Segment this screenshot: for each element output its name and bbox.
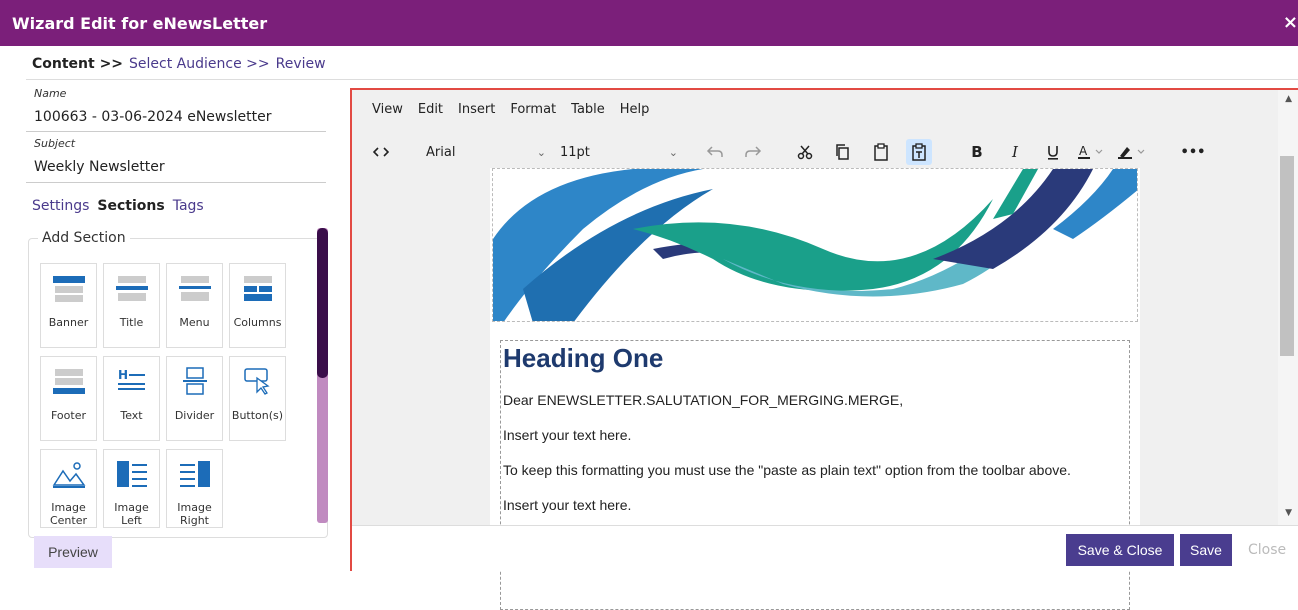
paste-icon[interactable] — [868, 139, 894, 165]
tile-label: Title — [119, 316, 144, 329]
highlight-icon[interactable] — [1118, 139, 1148, 165]
section-tile-title[interactable]: Title — [103, 263, 160, 348]
step-select-audience[interactable]: Select Audience >> — [129, 56, 270, 72]
divider-icon — [175, 365, 215, 397]
paste-text-icon[interactable] — [906, 139, 932, 165]
section-tabs: Settings Sections Tags — [32, 198, 204, 214]
italic-icon[interactable]: I — [1002, 139, 1028, 165]
tile-label: Image Center — [49, 501, 88, 527]
section-tile-buttons[interactable]: Button(s) — [229, 356, 286, 441]
menu-format[interactable]: Format — [510, 102, 556, 117]
text-icon: H — [112, 365, 152, 397]
button-icon — [238, 365, 278, 397]
svg-text:A: A — [1079, 144, 1088, 158]
image-left-icon — [112, 458, 152, 489]
font-family-value: Arial — [426, 144, 456, 160]
subject-divider — [26, 182, 326, 183]
paragraph-3[interactable]: Insert your text here. — [503, 497, 631, 513]
subject-label: Subject — [34, 137, 76, 150]
menu-edit[interactable]: Edit — [418, 102, 443, 117]
image-right-icon — [175, 458, 215, 489]
wizard-steps: Content >> Select Audience >> Review — [32, 56, 326, 72]
save-button[interactable]: Save — [1180, 534, 1232, 566]
tile-label: Footer — [51, 409, 86, 422]
name-field[interactable]: 100663 - 03-06-2024 eNewsletter — [34, 109, 272, 125]
tile-label: Image Right — [177, 501, 212, 527]
tab-sections[interactable]: Sections — [97, 198, 164, 214]
section-tile-columns[interactable]: Columns — [229, 263, 286, 348]
banner-icon — [49, 272, 89, 304]
section-tile-text[interactable]: H Text — [103, 356, 160, 441]
font-size-value: 11pt — [560, 144, 590, 160]
menu-insert[interactable]: Insert — [458, 102, 495, 117]
document-heading[interactable]: Heading One — [501, 343, 663, 374]
tile-label: Text — [120, 409, 143, 422]
tile-label: Image Left — [114, 501, 149, 527]
paragraph-1[interactable]: Insert your text here. — [503, 427, 631, 443]
editor-toolbar: Arial ⌄ 11pt ⌄ B I A ••• — [358, 134, 1276, 170]
copy-icon[interactable] — [830, 139, 856, 165]
undo-icon[interactable] — [702, 139, 728, 165]
section-tile-menu[interactable]: Menu — [166, 263, 223, 348]
salutation-line[interactable]: Dear ENEWSLETTER.SALUTATION_FOR_MERGING.… — [503, 392, 903, 408]
font-family-select[interactable]: Arial ⌄ — [420, 138, 552, 166]
preview-button[interactable]: Preview — [34, 536, 112, 568]
cut-icon[interactable] — [792, 139, 818, 165]
tile-label: Divider — [174, 409, 215, 422]
section-tile-image-left[interactable]: Image Left — [103, 449, 160, 528]
section-tile-image-center[interactable]: Image Center — [40, 449, 97, 528]
name-label: Name — [34, 87, 67, 100]
add-section-legend: Add Section — [38, 230, 130, 246]
name-divider — [26, 131, 326, 132]
save-close-button[interactable]: Save & Close — [1066, 534, 1174, 566]
step-review[interactable]: Review — [276, 56, 326, 72]
image-center-icon — [49, 458, 89, 489]
underline-icon[interactable] — [1040, 139, 1066, 165]
tile-label: Menu — [179, 316, 210, 329]
banner-image[interactable] — [492, 168, 1138, 322]
title-icon — [112, 272, 152, 304]
section-tile-footer[interactable]: Footer — [40, 356, 97, 441]
close-icon[interactable]: × — [1283, 12, 1298, 33]
step-content[interactable]: Content >> — [32, 56, 123, 72]
code-icon[interactable] — [368, 139, 394, 165]
close-button[interactable]: Close — [1248, 534, 1286, 566]
tile-label: Banner — [48, 316, 89, 329]
dialog-titlebar: Wizard Edit for eNewsLetter × — [0, 0, 1298, 46]
editor-scrollbar[interactable]: ▲ ▼ — [1278, 90, 1298, 525]
redo-icon[interactable] — [740, 139, 766, 165]
svg-text:H: H — [118, 368, 128, 382]
menu-table[interactable]: Table — [571, 102, 605, 117]
dialog-title: Wizard Edit for eNewsLetter — [12, 13, 268, 33]
menu-icon — [175, 272, 215, 304]
menu-view[interactable]: View — [372, 102, 403, 117]
footer-icon — [49, 365, 89, 397]
bold-icon[interactable]: B — [964, 139, 990, 165]
paragraph-2[interactable]: To keep this formatting you must use the… — [503, 462, 1071, 478]
text-color-icon[interactable]: A — [1078, 139, 1106, 165]
subject-field[interactable]: Weekly Newsletter — [34, 159, 165, 175]
tab-settings[interactable]: Settings — [32, 198, 89, 214]
editor-menubar: View Edit Insert Format Table Help — [372, 102, 649, 117]
scroll-up-icon[interactable]: ▲ — [1285, 94, 1292, 104]
section-tile-banner[interactable]: Banner — [40, 263, 97, 348]
tile-label: Columns — [233, 316, 282, 329]
section-tile-image-right[interactable]: Image Right — [166, 449, 223, 528]
tab-tags[interactable]: Tags — [173, 198, 204, 214]
menu-help[interactable]: Help — [620, 102, 650, 117]
tile-label: Button(s) — [231, 409, 284, 422]
dialog-footer: Save & Close Save Close — [352, 525, 1298, 571]
left-panel: Name 100663 - 03-06-2024 eNewsletter Sub… — [26, 80, 348, 571]
chevron-down-icon: ⌄ — [668, 145, 678, 159]
scroll-down-icon[interactable]: ▼ — [1285, 508, 1292, 518]
editor-scrollbar-thumb[interactable] — [1280, 156, 1294, 356]
more-icon[interactable]: ••• — [1180, 139, 1206, 165]
sections-scrollbar-thumb[interactable] — [317, 228, 328, 378]
section-tile-divider[interactable]: Divider — [166, 356, 223, 441]
chevron-down-icon: ⌄ — [536, 145, 546, 159]
editor-panel: View Edit Insert Format Table Help Arial… — [350, 88, 1298, 610]
columns-icon — [238, 272, 278, 304]
font-size-select[interactable]: 11pt ⌄ — [554, 138, 684, 166]
